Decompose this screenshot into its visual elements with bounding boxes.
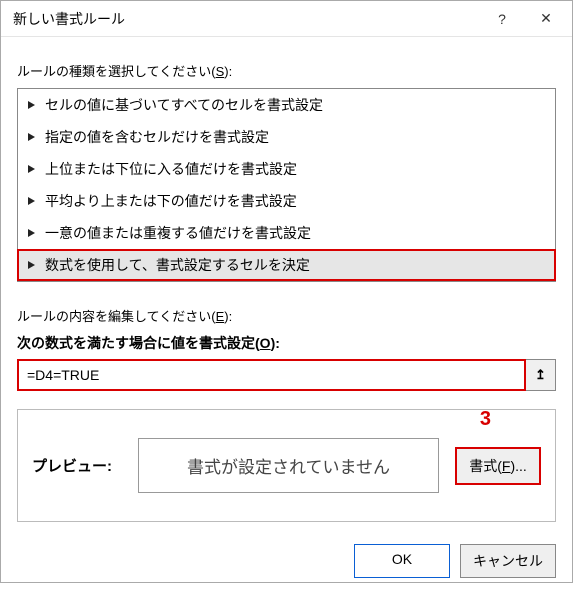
rule-type-item[interactable]: 指定の値を含むセルだけを書式設定 xyxy=(18,121,555,153)
help-button[interactable]: ? xyxy=(480,4,524,34)
close-icon: ✕ xyxy=(540,10,552,27)
triangle-icon xyxy=(28,133,35,141)
dialog-content: ルールの種類を選択してください(S): セルの値に基づいてすべてのセルを書式設定… xyxy=(1,37,572,522)
rule-type-item[interactable]: セルの値に基づいてすべてのセルを書式設定 xyxy=(18,89,555,121)
formula-row: ↥ xyxy=(17,359,556,391)
preview-area: プレビュー: 書式が設定されていません 書式(F)... 3 xyxy=(17,409,556,522)
ok-button[interactable]: OK xyxy=(354,544,450,578)
close-button[interactable]: ✕ xyxy=(524,4,568,34)
cancel-button[interactable]: キャンセル xyxy=(460,544,556,578)
help-icon: ? xyxy=(498,11,506,27)
triangle-icon xyxy=(28,165,35,173)
formula-label: 次の数式を満たす場合に値を書式設定(O): xyxy=(17,333,556,353)
dialog-footer: OK キャンセル xyxy=(1,544,572,592)
formula-input[interactable] xyxy=(17,359,526,391)
triangle-icon xyxy=(28,229,35,237)
range-picker-button[interactable]: ↥ xyxy=(526,359,556,391)
range-picker-icon: ↥ xyxy=(535,367,546,383)
annotation-number-3: 3 xyxy=(480,408,491,431)
triangle-icon xyxy=(28,261,35,269)
rule-type-item[interactable]: 一意の値または重複する値だけを書式設定 xyxy=(18,217,555,249)
rule-type-item[interactable]: 平均より上または下の値だけを書式設定 xyxy=(18,185,555,217)
window-title: 新しい書式ルール xyxy=(13,9,480,29)
rule-type-item-selected[interactable]: 数式を使用して、書式設定するセルを決定 xyxy=(18,249,555,281)
format-button[interactable]: 書式(F)... xyxy=(455,447,541,485)
rule-type-label: ルールの種類を選択してください(S): xyxy=(17,61,556,80)
titlebar: 新しい書式ルール ? ✕ xyxy=(1,1,572,37)
triangle-icon xyxy=(28,101,35,109)
rule-type-item[interactable]: 上位または下位に入る値だけを書式設定 xyxy=(18,153,555,185)
preview-label: プレビュー: xyxy=(32,455,122,476)
rule-type-list[interactable]: セルの値に基づいてすべてのセルを書式設定 指定の値を含むセルだけを書式設定 上位… xyxy=(17,88,556,282)
preview-box: 書式が設定されていません xyxy=(138,438,439,493)
triangle-icon xyxy=(28,197,35,205)
rule-edit-label: ルールの内容を編集してください(E): xyxy=(17,306,556,325)
